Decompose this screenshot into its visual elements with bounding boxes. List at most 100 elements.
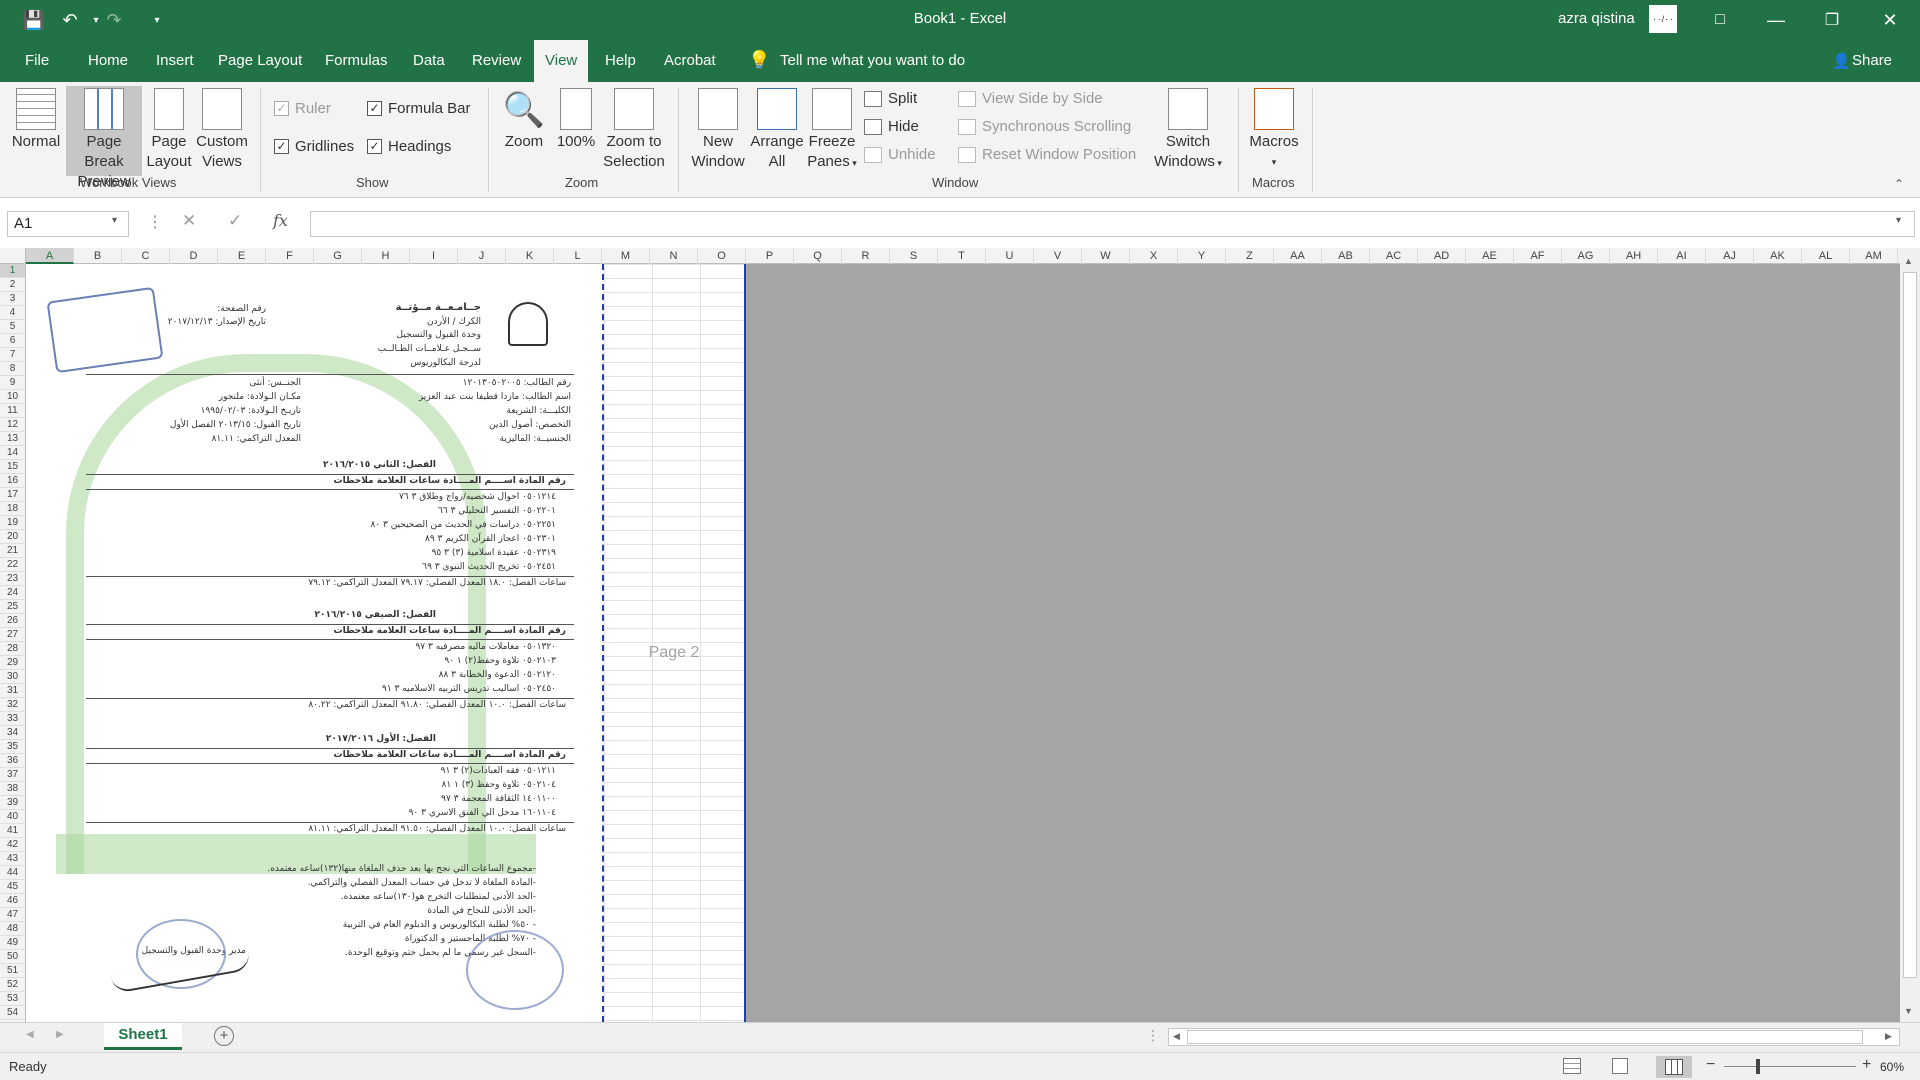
column-header[interactable]: L bbox=[554, 248, 602, 264]
row-header[interactable]: 23 bbox=[0, 572, 25, 586]
row-header[interactable]: 5 bbox=[0, 320, 25, 334]
row-header[interactable]: 15 bbox=[0, 460, 25, 474]
restore-icon[interactable]: ❐ bbox=[1804, 0, 1860, 40]
column-header[interactable]: AM bbox=[1850, 248, 1898, 264]
tab-view[interactable]: View bbox=[534, 40, 589, 82]
next-sheet-icon[interactable]: ▶ bbox=[56, 1029, 64, 1040]
normal-view-button[interactable]: Normal bbox=[8, 86, 64, 174]
collapse-ribbon-icon[interactable]: ⌃ bbox=[1894, 177, 1904, 191]
row-header[interactable]: 20 bbox=[0, 530, 25, 544]
horizontal-scrollbar[interactable]: ◀ ▶ bbox=[1168, 1028, 1900, 1046]
column-header[interactable]: AE bbox=[1466, 248, 1514, 264]
column-header[interactable]: F bbox=[266, 248, 314, 264]
tab-file[interactable]: File bbox=[25, 40, 49, 82]
row-header[interactable]: 1 bbox=[0, 264, 25, 278]
row-header[interactable]: 44 bbox=[0, 866, 25, 880]
column-header[interactable]: D bbox=[170, 248, 218, 264]
row-header[interactable]: 28 bbox=[0, 642, 25, 656]
row-header[interactable]: 46 bbox=[0, 894, 25, 908]
gridlines-checkbox[interactable]: ✓ Gridlines bbox=[274, 138, 354, 155]
row-header[interactable]: 52 bbox=[0, 978, 25, 992]
row-header[interactable]: 43 bbox=[0, 852, 25, 866]
tell-me-search[interactable]: Tell me what you want to do bbox=[780, 40, 965, 82]
row-header[interactable]: 26 bbox=[0, 614, 25, 628]
tab-split-handle-icon[interactable]: ⋮ bbox=[1146, 1027, 1160, 1044]
page-layout-view-button[interactable]: Page Layout bbox=[146, 86, 192, 176]
custom-views-button[interactable]: Custom Views bbox=[194, 86, 250, 176]
row-header[interactable]: 50 bbox=[0, 950, 25, 964]
column-header[interactable]: E bbox=[218, 248, 266, 264]
row-header[interactable]: 21 bbox=[0, 544, 25, 558]
switch-windows-button[interactable]: Switch Windows ▾ bbox=[1148, 86, 1228, 176]
prev-sheet-icon[interactable]: ◀ bbox=[26, 1029, 34, 1040]
zoom-in-icon[interactable]: + bbox=[1862, 1056, 1871, 1074]
row-header[interactable]: 40 bbox=[0, 810, 25, 824]
row-header[interactable]: 2 bbox=[0, 278, 25, 292]
column-header[interactable]: AA bbox=[1274, 248, 1322, 264]
row-header[interactable]: 24 bbox=[0, 586, 25, 600]
row-header[interactable]: 31 bbox=[0, 684, 25, 698]
row-header[interactable]: 19 bbox=[0, 516, 25, 530]
column-header[interactable]: AC bbox=[1370, 248, 1418, 264]
scroll-right-icon[interactable]: ▶ bbox=[1885, 1031, 1892, 1042]
column-header[interactable]: AB bbox=[1322, 248, 1370, 264]
row-header[interactable]: 16 bbox=[0, 474, 25, 488]
new-sheet-icon[interactable]: + bbox=[214, 1026, 234, 1046]
row-header[interactable]: 33 bbox=[0, 712, 25, 726]
column-header[interactable]: U bbox=[986, 248, 1034, 264]
page-layout-view-icon[interactable] bbox=[1612, 1058, 1628, 1074]
zoom-percentage[interactable]: 60% bbox=[1880, 1060, 1904, 1074]
headings-checkbox[interactable]: ✓ Headings bbox=[367, 138, 451, 155]
row-header[interactable]: 48 bbox=[0, 922, 25, 936]
column-header[interactable]: O bbox=[698, 248, 746, 264]
minimize-icon[interactable]: — bbox=[1748, 0, 1804, 40]
row-header[interactable]: 30 bbox=[0, 670, 25, 684]
zoom-button[interactable]: 🔍 Zoom bbox=[500, 86, 548, 156]
row-header[interactable]: 51 bbox=[0, 964, 25, 978]
row-header[interactable]: 45 bbox=[0, 880, 25, 894]
column-header[interactable]: W bbox=[1082, 248, 1130, 264]
row-header[interactable]: 35 bbox=[0, 740, 25, 754]
row-header[interactable]: 11 bbox=[0, 404, 25, 418]
close-icon[interactable]: ✕ bbox=[1862, 0, 1918, 40]
row-header[interactable]: 8 bbox=[0, 362, 25, 376]
row-header[interactable]: 39 bbox=[0, 796, 25, 810]
column-header[interactable]: B bbox=[74, 248, 122, 264]
column-header[interactable]: Z bbox=[1226, 248, 1274, 264]
zoom-slider-track[interactable] bbox=[1724, 1066, 1856, 1067]
column-header[interactable]: J bbox=[458, 248, 506, 264]
name-box-dropdown-icon[interactable]: ▾ bbox=[112, 215, 117, 226]
scroll-down-icon[interactable]: ▼ bbox=[1904, 1006, 1913, 1016]
tab-insert[interactable]: Insert bbox=[156, 40, 194, 82]
column-header[interactable]: Q bbox=[794, 248, 842, 264]
split-button[interactable]: Split bbox=[864, 90, 917, 107]
page-break-preview-view-icon[interactable] bbox=[1665, 1059, 1683, 1075]
column-header[interactable]: M bbox=[602, 248, 650, 264]
row-header[interactable]: 36 bbox=[0, 754, 25, 768]
column-header[interactable]: V bbox=[1034, 248, 1082, 264]
zoom-slider-thumb[interactable] bbox=[1756, 1059, 1760, 1074]
row-header[interactable]: 22 bbox=[0, 558, 25, 572]
row-header[interactable]: 6 bbox=[0, 334, 25, 348]
page-break-preview-button[interactable]: Page Break Preview bbox=[66, 86, 142, 190]
row-header[interactable]: 4 bbox=[0, 306, 25, 320]
row-header[interactable]: 14 bbox=[0, 446, 25, 460]
tab-help[interactable]: Help bbox=[605, 40, 636, 82]
row-header[interactable]: 38 bbox=[0, 782, 25, 796]
row-header[interactable]: 3 bbox=[0, 292, 25, 306]
row-header[interactable]: 9 bbox=[0, 376, 25, 390]
row-header[interactable]: 54 bbox=[0, 1006, 25, 1020]
cancel-icon[interactable]: ✕ bbox=[182, 211, 196, 231]
arrange-all-button[interactable]: Arrange All bbox=[748, 86, 806, 176]
non-print-area[interactable] bbox=[746, 264, 1900, 1022]
row-header[interactable]: 32 bbox=[0, 698, 25, 712]
select-all-button[interactable] bbox=[0, 248, 26, 264]
vertical-scrollbar[interactable]: ▲ ▼ bbox=[1900, 248, 1920, 1022]
row-header[interactable]: 25 bbox=[0, 600, 25, 614]
page-2-area[interactable]: Page 2 bbox=[602, 264, 746, 1022]
tab-acrobat[interactable]: Acrobat bbox=[664, 40, 716, 82]
new-window-button[interactable]: New Window bbox=[690, 86, 746, 176]
row-header[interactable]: 10 bbox=[0, 390, 25, 404]
column-header[interactable]: P bbox=[746, 248, 794, 264]
sheet-tab-sheet1[interactable]: Sheet1 bbox=[104, 1023, 182, 1050]
